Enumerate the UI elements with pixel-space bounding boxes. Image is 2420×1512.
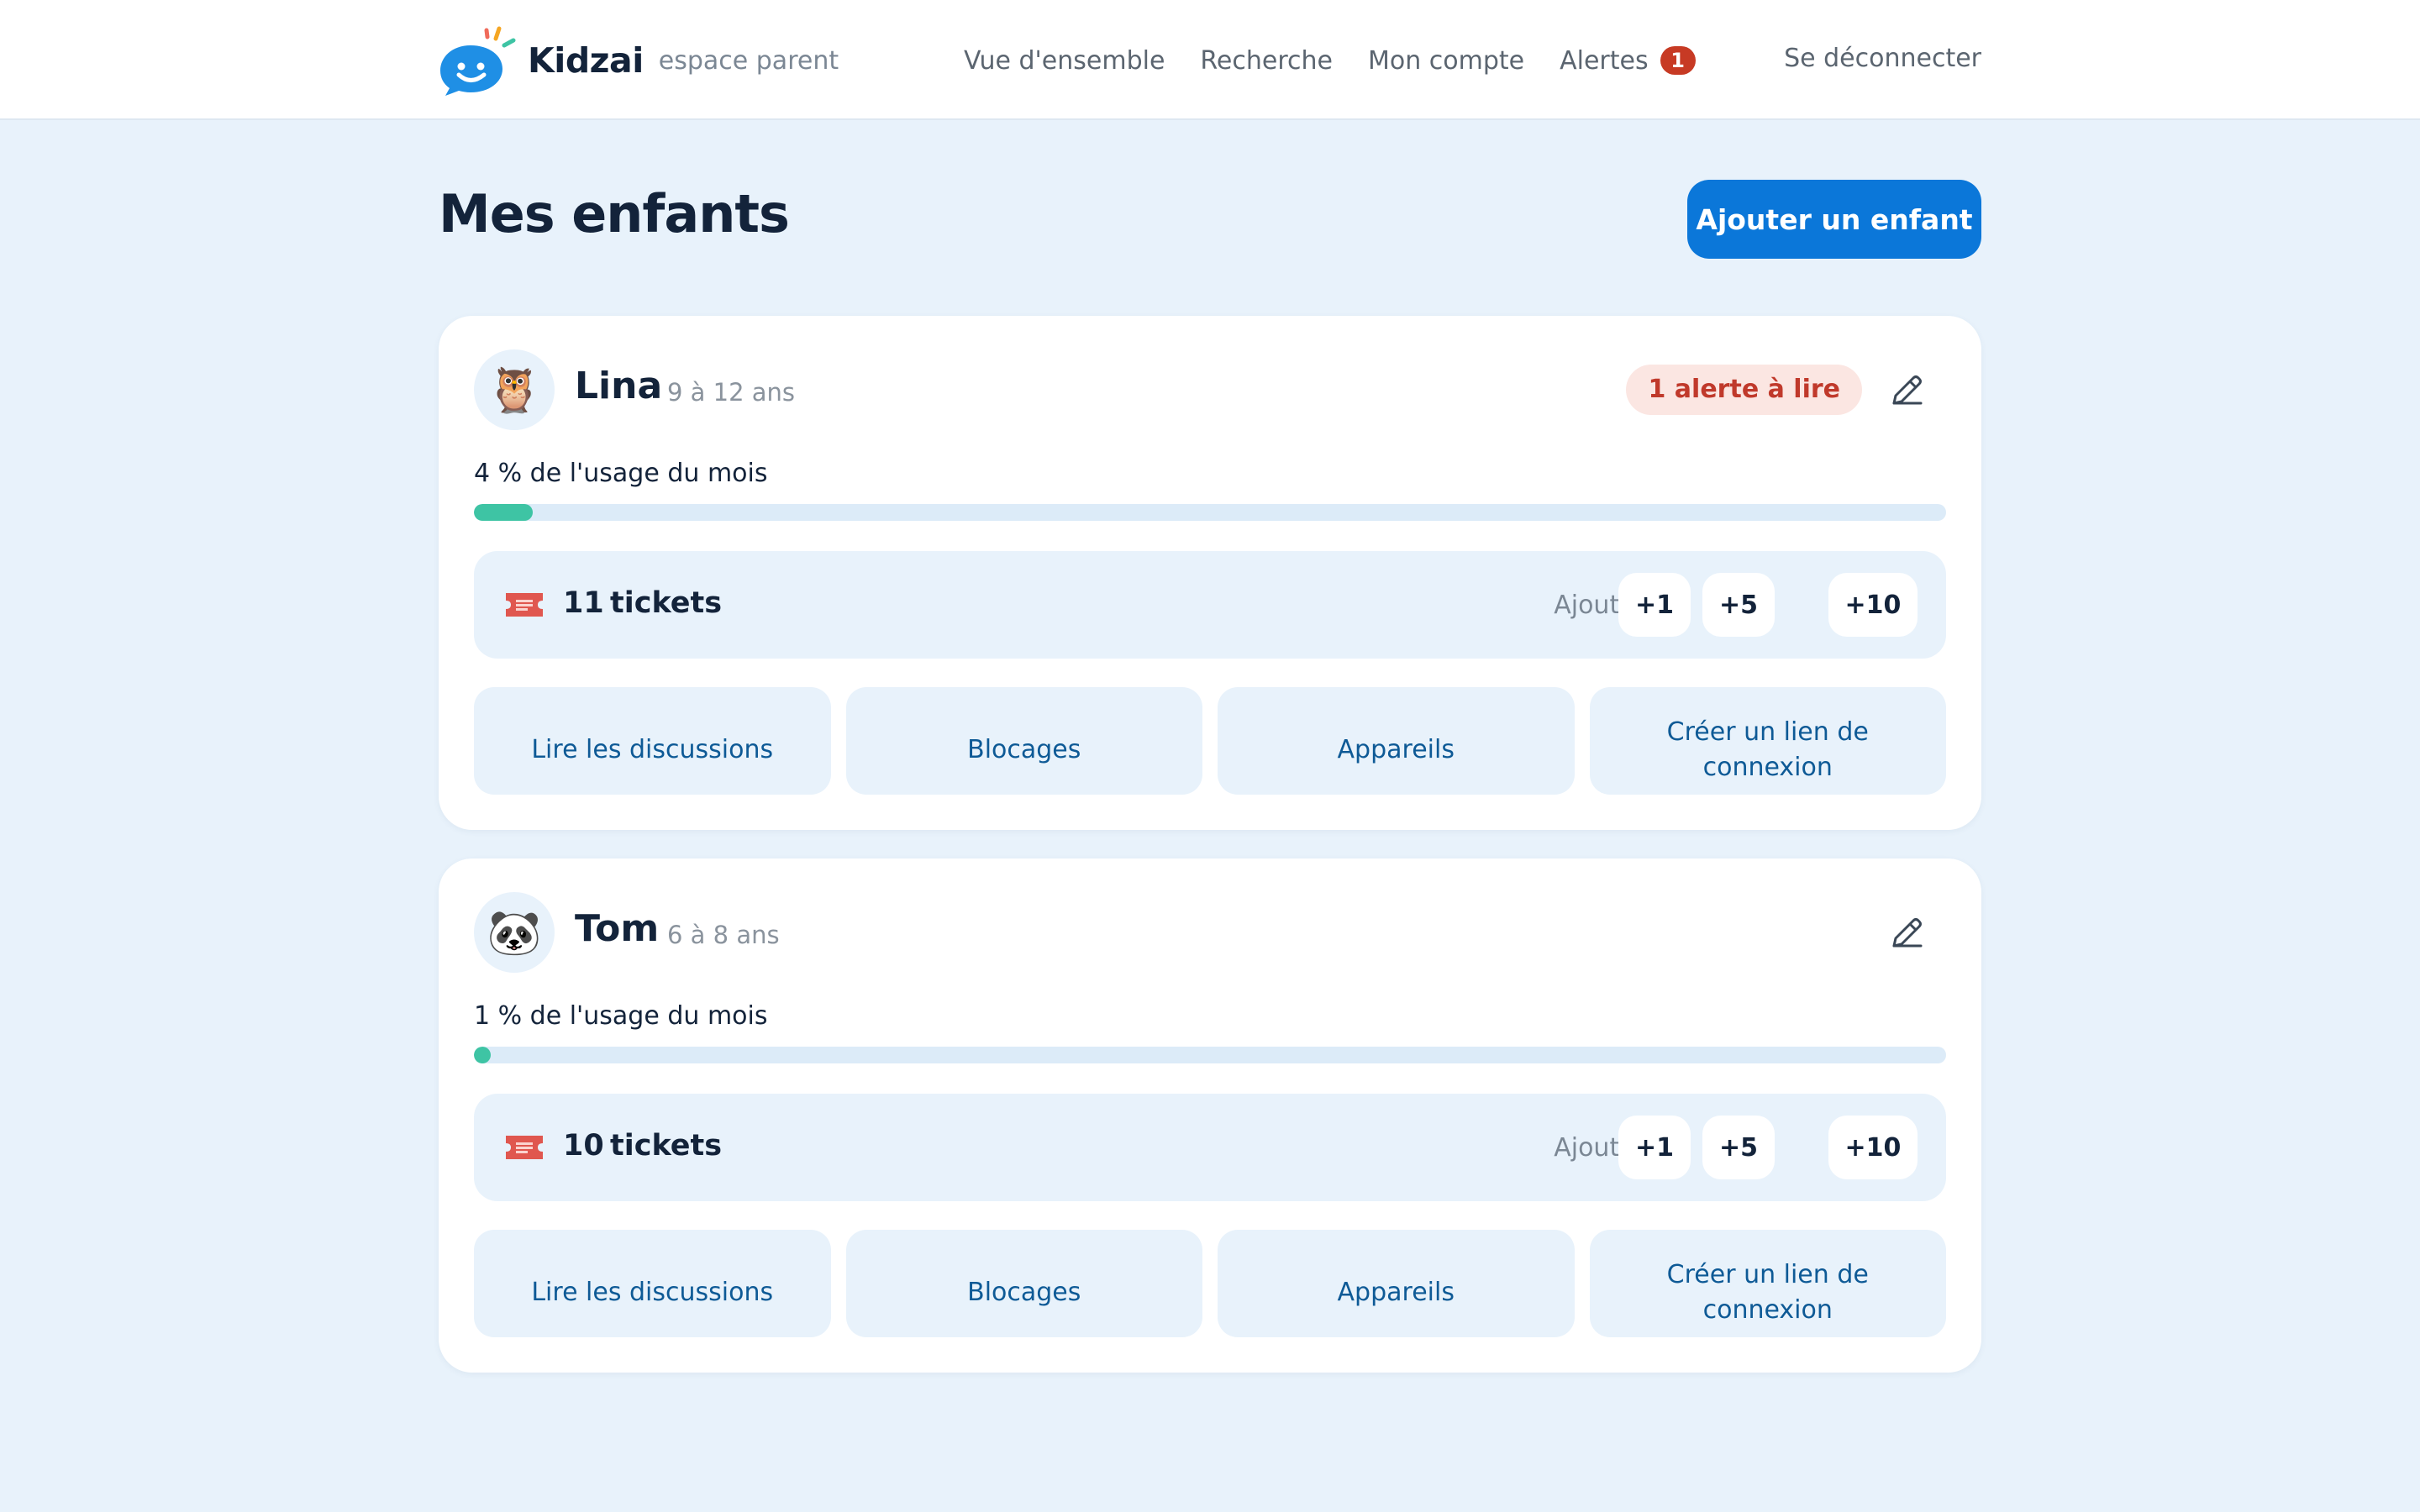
tickets-label: tickets: [610, 1129, 723, 1163]
ticket-icon: [506, 1136, 543, 1159]
devices-button[interactable]: Appareils: [1218, 687, 1575, 795]
add-5-tickets-button[interactable]: +5: [1702, 1116, 1775, 1179]
tickets-count: 10: [563, 1129, 604, 1163]
blocks-button[interactable]: Blocages: [845, 687, 1202, 795]
monthly-usage-progress-fill: [474, 1047, 491, 1063]
brand-name: Kidzai: [528, 40, 644, 81]
top-header: Kidzai espace parent Vue d'ensemble Rech…: [0, 0, 2420, 120]
devices-button[interactable]: Appareils: [1218, 1230, 1575, 1337]
tickets-panel: 10 tickets Ajouter +1 +5 +10: [474, 1094, 1946, 1201]
child-name: Tom: [575, 907, 660, 950]
child-card: 🦉 Lina 9 à 12 ans 1 alerte à lire 4 % de…: [439, 316, 1981, 830]
add-10-tickets-button[interactable]: +10: [1828, 573, 1918, 637]
main-nav: Vue d'ensemble Recherche Mon compte Aler…: [964, 40, 1731, 81]
create-login-link-button[interactable]: Créer un lien de connexion: [1589, 687, 1946, 795]
child-card-header: 🦉 Lina 9 à 12 ans 1 alerte à lire: [474, 349, 1946, 430]
avatar: 🦉: [474, 349, 555, 430]
add-10-tickets-button[interactable]: +10: [1828, 1116, 1918, 1179]
child-card-header: 🐼 Tom 6 à 8 ans: [474, 892, 1946, 973]
add-5-tickets-button[interactable]: +5: [1702, 573, 1775, 637]
read-discussions-button[interactable]: Lire les discussions: [474, 687, 831, 795]
brand[interactable]: Kidzai espace parent: [439, 25, 839, 96]
page-title: Mes enfants: [439, 183, 790, 244]
nav-item-alerts[interactable]: Alertes 1: [1560, 46, 1696, 76]
child-age-range: 9 à 12 ans: [667, 378, 796, 407]
tickets-count: 11: [563, 586, 604, 620]
alerts-count-badge: 1: [1660, 46, 1696, 75]
blocks-button[interactable]: Blocages: [845, 1230, 1202, 1337]
kidzai-logo-icon: [440, 26, 516, 96]
logout-link[interactable]: Se déconnecter: [1784, 44, 1981, 73]
edit-pencil-icon[interactable]: [1887, 370, 1928, 410]
unread-alert-badge[interactable]: 1 alerte à lire: [1626, 365, 1862, 415]
monthly-usage-progress-fill: [474, 504, 534, 521]
create-login-link-button[interactable]: Créer un lien de connexion: [1589, 1230, 1946, 1337]
avatar: 🐼: [474, 892, 555, 973]
edit-pencil-icon[interactable]: [1887, 912, 1928, 953]
child-name: Lina: [575, 365, 663, 407]
tickets-label: tickets: [610, 586, 723, 620]
ticket-icon: [506, 593, 543, 617]
add-1-ticket-button[interactable]: +1: [1618, 1116, 1691, 1179]
child-age-range: 6 à 8 ans: [667, 921, 780, 949]
nav-item-overview[interactable]: Vue d'ensemble: [964, 46, 1165, 76]
nav-item-alerts-label: Alertes: [1560, 45, 1649, 76]
read-discussions-button[interactable]: Lire les discussions: [474, 1230, 831, 1337]
nav-item-account[interactable]: Mon compte: [1368, 46, 1524, 76]
brand-subtitle: espace parent: [658, 45, 839, 76]
monthly-usage-label: 1 % de l'usage du mois: [474, 1001, 768, 1031]
monthly-usage-progress: [474, 1047, 1946, 1063]
child-actions: Lire les discussions Blocages Appareils …: [474, 1230, 1946, 1337]
add-child-button[interactable]: Ajouter un enfant: [1687, 180, 1981, 259]
nav-item-search[interactable]: Recherche: [1200, 46, 1333, 76]
monthly-usage-label: 4 % de l'usage du mois: [474, 459, 768, 488]
tickets-panel: 11 tickets Ajouter +1 +5 +10: [474, 551, 1946, 659]
children-list: 🦉 Lina 9 à 12 ans 1 alerte à lire 4 % de…: [439, 316, 1981, 1401]
monthly-usage-progress: [474, 504, 1946, 521]
child-actions: Lire les discussions Blocages Appareils …: [474, 687, 1946, 795]
child-card: 🐼 Tom 6 à 8 ans 1 % de l'usage du mois 1…: [439, 858, 1981, 1373]
add-1-ticket-button[interactable]: +1: [1618, 573, 1691, 637]
